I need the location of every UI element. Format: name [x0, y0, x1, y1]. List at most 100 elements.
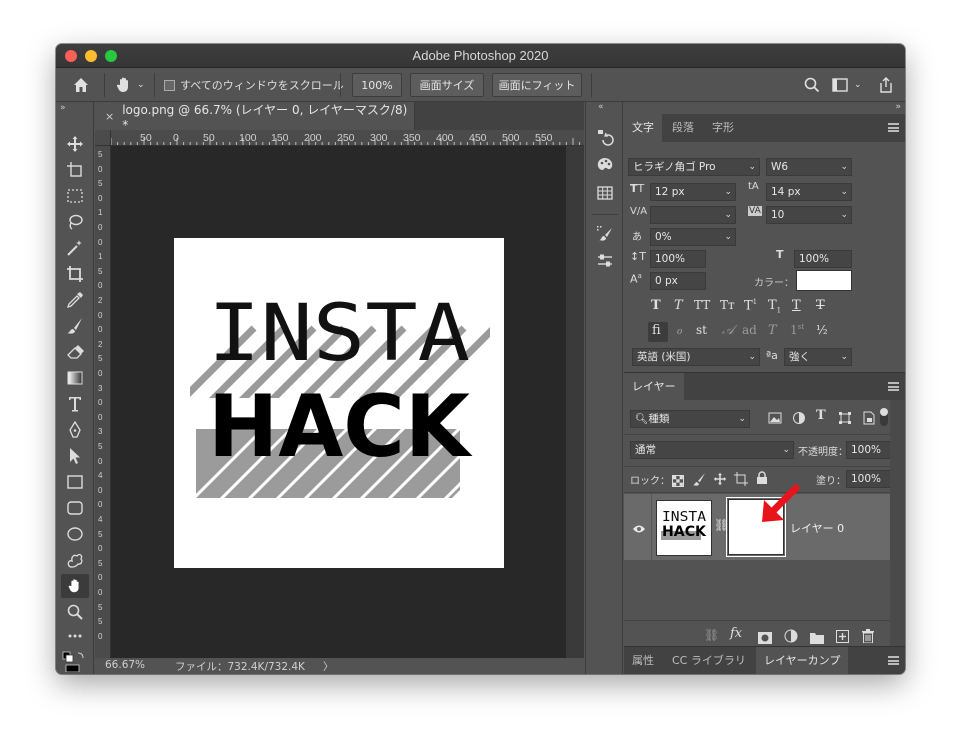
- path-selection-tool-icon[interactable]: [61, 444, 89, 468]
- zoom-tool-icon[interactable]: [61, 600, 89, 624]
- old-style-icon[interactable]: ℴ: [676, 323, 682, 338]
- checkbox-box[interactable]: [164, 79, 175, 91]
- crop-tool-icon[interactable]: [61, 262, 89, 286]
- layer-row[interactable]: INSTA HACK ⛓ レイヤー 0: [624, 484, 890, 560]
- hand-tool-icon[interactable]: [61, 574, 89, 598]
- faux-bold-icon[interactable]: T: [651, 298, 661, 313]
- zoom-level[interactable]: 66.67%: [105, 659, 145, 671]
- type-tool-icon[interactable]: [61, 392, 89, 416]
- lasso-tool-icon[interactable]: [61, 210, 89, 234]
- underline-icon[interactable]: T: [792, 298, 801, 313]
- brush-tool-icon[interactable]: [61, 314, 89, 338]
- zoom-100-button[interactable]: 100%: [352, 73, 402, 97]
- ellipse-tool-icon[interactable]: [61, 522, 89, 546]
- fit-window-button[interactable]: 画面にフィット: [492, 73, 582, 97]
- font-weight-select[interactable]: W6 ⌄: [766, 158, 852, 176]
- link-layers-icon[interactable]: ⛓: [704, 628, 719, 642]
- trash-icon[interactable]: [862, 628, 874, 647]
- subscript-icon[interactable]: T1: [768, 298, 781, 315]
- share-icon[interactable]: [878, 68, 894, 102]
- tsume-field[interactable]: 0% ⌄: [650, 228, 736, 246]
- brush-settings-icon[interactable]: [594, 222, 616, 244]
- search-icon[interactable]: [804, 68, 820, 102]
- filter-toggle[interactable]: [880, 408, 888, 426]
- language-select[interactable]: 英語 (米国) ⌄: [632, 348, 760, 366]
- hand-tool-preset-icon[interactable]: ⌄: [114, 68, 145, 102]
- lock-transparent-icon[interactable]: [672, 472, 684, 491]
- close-tab-icon[interactable]: ×: [105, 110, 114, 123]
- ruler-origin[interactable]: [95, 130, 111, 146]
- horizontal-scale-field[interactable]: 100%: [794, 250, 852, 268]
- filter-shape-icon[interactable]: [838, 410, 852, 429]
- adjustments-sliders-icon[interactable]: [594, 250, 616, 272]
- visibility-eye-icon[interactable]: [632, 519, 646, 538]
- layer-filter-select[interactable]: 🔍︎種類 ⌄: [630, 410, 750, 428]
- gradient-tool-icon[interactable]: [61, 366, 89, 390]
- more-tools-icon[interactable]: [61, 624, 89, 648]
- fx-icon[interactable]: fx: [730, 626, 742, 641]
- kerning-field[interactable]: ⌄: [650, 206, 736, 224]
- filter-pixel-icon[interactable]: [768, 410, 782, 429]
- titling-alternates-icon[interactable]: T: [768, 323, 777, 338]
- tab-cc-libraries[interactable]: CC ライブラリ: [664, 647, 754, 674]
- status-arrow[interactable]: 〉: [323, 659, 334, 674]
- lock-position-icon[interactable]: [713, 471, 727, 490]
- fractions-icon[interactable]: ½: [816, 323, 828, 337]
- small-caps-icon[interactable]: Tт: [720, 298, 735, 312]
- vertical-scrollbar[interactable]: [566, 146, 584, 658]
- rounded-rectangle-tool-icon[interactable]: [61, 496, 89, 520]
- lock-pixels-icon[interactable]: [692, 471, 706, 490]
- vertical-scale-field[interactable]: 100%: [650, 250, 706, 268]
- rectangle-tool-icon[interactable]: [61, 470, 89, 494]
- all-caps-icon[interactable]: TT: [694, 298, 710, 312]
- layer-thumbnail[interactable]: INSTA HACK: [656, 500, 712, 556]
- tracking-field[interactable]: 10 ⌄: [766, 206, 852, 224]
- blend-mode-select[interactable]: 通常 ⌄: [630, 441, 794, 459]
- stylistic-alternates-icon[interactable]: ad: [742, 323, 757, 337]
- eyedropper-tool-icon[interactable]: [61, 288, 89, 312]
- filter-type-icon[interactable]: T: [816, 408, 826, 423]
- discretionary-ligatures-icon[interactable]: st: [696, 323, 707, 337]
- lock-artboard-icon[interactable]: [734, 471, 748, 490]
- font-size-field[interactable]: 12 px ⌄: [650, 183, 736, 201]
- home-icon[interactable]: [72, 68, 90, 102]
- ligatures-icon[interactable]: ﬁ: [652, 323, 661, 338]
- move-tool-icon[interactable]: [61, 132, 89, 156]
- strikethrough-icon[interactable]: T: [816, 298, 825, 313]
- vertical-ruler[interactable]: 5 0 5 0 1 0 0 1 5 0 2 0 0 2 5 0 3 0 0 3 5 0 4 0 0 4 5 0 5 0 0 5 5 0: [95, 146, 111, 658]
- artboard-tool-icon[interactable]: [61, 158, 89, 182]
- leading-field[interactable]: 14 px ⌄: [766, 183, 852, 201]
- horizontal-ruler[interactable]: 50 0 50 100 150 200 250 300 350 400 450 …: [111, 130, 584, 146]
- magic-wand-tool-icon[interactable]: [61, 236, 89, 260]
- filter-adjustment-icon[interactable]: [792, 410, 806, 429]
- history-icon[interactable]: [594, 126, 616, 148]
- tab-layers[interactable]: レイヤー: [624, 373, 684, 401]
- font-family-select[interactable]: ヒラギノ角ゴ Pro ⌄: [628, 158, 760, 176]
- swash-icon[interactable]: 𝒜: [722, 323, 734, 338]
- workspace-icon[interactable]: ⌄: [832, 68, 862, 102]
- expand-panels-icon[interactable]: »: [895, 102, 901, 112]
- antialias-select[interactable]: 強く ⌄: [784, 348, 852, 366]
- superscript-icon[interactable]: T1: [744, 298, 757, 313]
- panel-menu-icon[interactable]: [888, 656, 899, 665]
- new-layer-icon[interactable]: [836, 628, 849, 647]
- adjustment-layer-icon[interactable]: [784, 628, 798, 647]
- document-tab[interactable]: × logo.png @ 66.7% (レイヤー 0, レイヤーマスク/8) *: [95, 102, 415, 132]
- collapse-strip-icon[interactable]: «: [598, 102, 604, 112]
- custom-shape-tool-icon[interactable]: [61, 548, 89, 572]
- tab-layer-comps[interactable]: レイヤーカンプ: [756, 647, 849, 674]
- tab-paragraph[interactable]: 段落: [664, 114, 702, 142]
- canvas-viewport[interactable]: INSTA HACK: [111, 146, 566, 658]
- document-canvas[interactable]: INSTA HACK: [174, 238, 504, 568]
- tab-character[interactable]: 文字: [624, 114, 662, 142]
- tab-glyphs[interactable]: 字形: [704, 114, 742, 142]
- color-palette-icon[interactable]: [594, 154, 616, 176]
- collapse-toolbar-icon[interactable]: »: [56, 102, 94, 114]
- ordinals-icon[interactable]: 1st: [790, 323, 804, 337]
- layers-scrollbar[interactable]: [890, 400, 905, 660]
- faux-italic-icon[interactable]: T: [674, 298, 683, 313]
- baseline-shift-field[interactable]: 0 px: [650, 272, 706, 290]
- scroll-all-windows-checkbox[interactable]: すべてのウィンドウをスクロール: [164, 68, 344, 102]
- text-color-swatch[interactable]: [796, 270, 852, 291]
- color-swatches[interactable]: [61, 650, 89, 673]
